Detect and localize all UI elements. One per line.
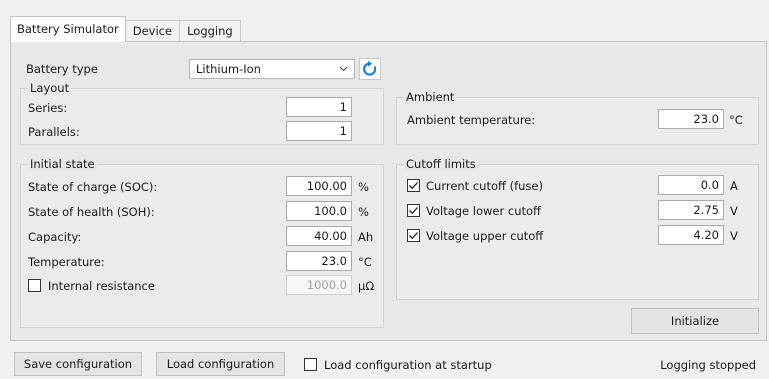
refresh-icon (363, 60, 377, 76)
current-cutoff-unit: A (730, 179, 738, 193)
initial-state-group-title: Initial state (28, 157, 97, 171)
soc-unit: % (358, 180, 369, 194)
voltage-lower-checkbox[interactable] (407, 204, 420, 217)
checkmark-icon (409, 182, 418, 190)
ambient-temp-input[interactable]: 23.0 (658, 109, 724, 129)
soh-label: State of health (SOH): (28, 205, 155, 219)
chevron-down-icon (339, 66, 348, 72)
capacity-unit: Ah (358, 230, 374, 244)
load-at-startup-label: Load configuration at startup (324, 358, 492, 372)
voltage-upper-unit: V (730, 229, 738, 243)
soh-input[interactable]: 100.0 (286, 201, 352, 221)
internal-resistance-unit: μΩ (358, 279, 375, 293)
voltage-lower-label: Voltage lower cutoff (426, 204, 541, 218)
parallels-label: Parallels: (28, 125, 80, 139)
checkmark-icon (409, 207, 418, 215)
battery-type-label: Battery type (26, 62, 98, 76)
internal-resistance-input[interactable]: 1000.0 (286, 275, 352, 295)
ambient-group-title: Ambient (404, 90, 457, 104)
tab-device[interactable]: Device (124, 20, 181, 42)
initialize-button[interactable]: Initialize (631, 308, 759, 334)
voltage-lower-input[interactable]: 2.75 (658, 200, 724, 220)
tab-battery-simulator[interactable]: Battery Simulator (10, 16, 126, 42)
battery-type-value: Lithium-Ion (196, 62, 261, 76)
series-input[interactable]: 1 (286, 97, 352, 117)
capacity-input[interactable]: 40.00 (286, 226, 352, 246)
layout-group: Layout Series: 1 Parallels: 1 (20, 81, 384, 145)
tab-bar: Battery Simulator Device Logging (10, 16, 241, 42)
initial-state-group: Initial state State of charge (SOC): 100… (20, 157, 384, 328)
voltage-lower-unit: V (730, 204, 738, 218)
voltage-upper-label: Voltage upper cutoff (426, 229, 544, 243)
cutoff-limits-group: Cutoff limits Current cutoff (fuse) 0.0 … (396, 157, 759, 300)
voltage-upper-checkbox[interactable] (407, 229, 420, 242)
internal-resistance-label: Internal resistance (48, 279, 155, 293)
temperature-input[interactable]: 23.0 (286, 251, 352, 271)
load-configuration-button[interactable]: Load configuration (156, 352, 285, 376)
refresh-button[interactable] (359, 58, 381, 80)
parallels-input[interactable]: 1 (286, 121, 352, 141)
ambient-temp-unit: °C (729, 113, 743, 127)
temperature-label: Temperature: (28, 255, 105, 269)
checkmark-icon (409, 232, 418, 240)
capacity-label: Capacity: (28, 230, 82, 244)
temperature-unit: °C (358, 255, 372, 269)
logging-status: Logging stopped (660, 358, 756, 372)
internal-resistance-checkbox[interactable] (28, 279, 41, 292)
series-label: Series: (28, 101, 68, 115)
tab-page: Battery type Lithium-Ion Layout Series: … (10, 41, 767, 341)
battery-type-select[interactable]: Lithium-Ion (189, 59, 355, 79)
current-cutoff-input[interactable]: 0.0 (658, 175, 724, 195)
ambient-group: Ambient Ambient temperature: 23.0 °C (396, 90, 759, 145)
layout-group-title: Layout (28, 81, 72, 95)
cutoff-limits-group-title: Cutoff limits (404, 157, 478, 171)
soh-unit: % (358, 205, 369, 219)
ambient-temp-label: Ambient temperature: (407, 113, 536, 127)
soc-label: State of charge (SOC): (28, 180, 158, 194)
tab-logging[interactable]: Logging (179, 20, 241, 42)
current-cutoff-label: Current cutoff (fuse) (426, 179, 543, 193)
save-configuration-button[interactable]: Save configuration (14, 352, 142, 376)
load-at-startup-checkbox[interactable] (304, 358, 317, 371)
voltage-upper-input[interactable]: 4.20 (658, 225, 724, 245)
current-cutoff-checkbox[interactable] (407, 179, 420, 192)
soc-input[interactable]: 100.00 (286, 176, 352, 196)
